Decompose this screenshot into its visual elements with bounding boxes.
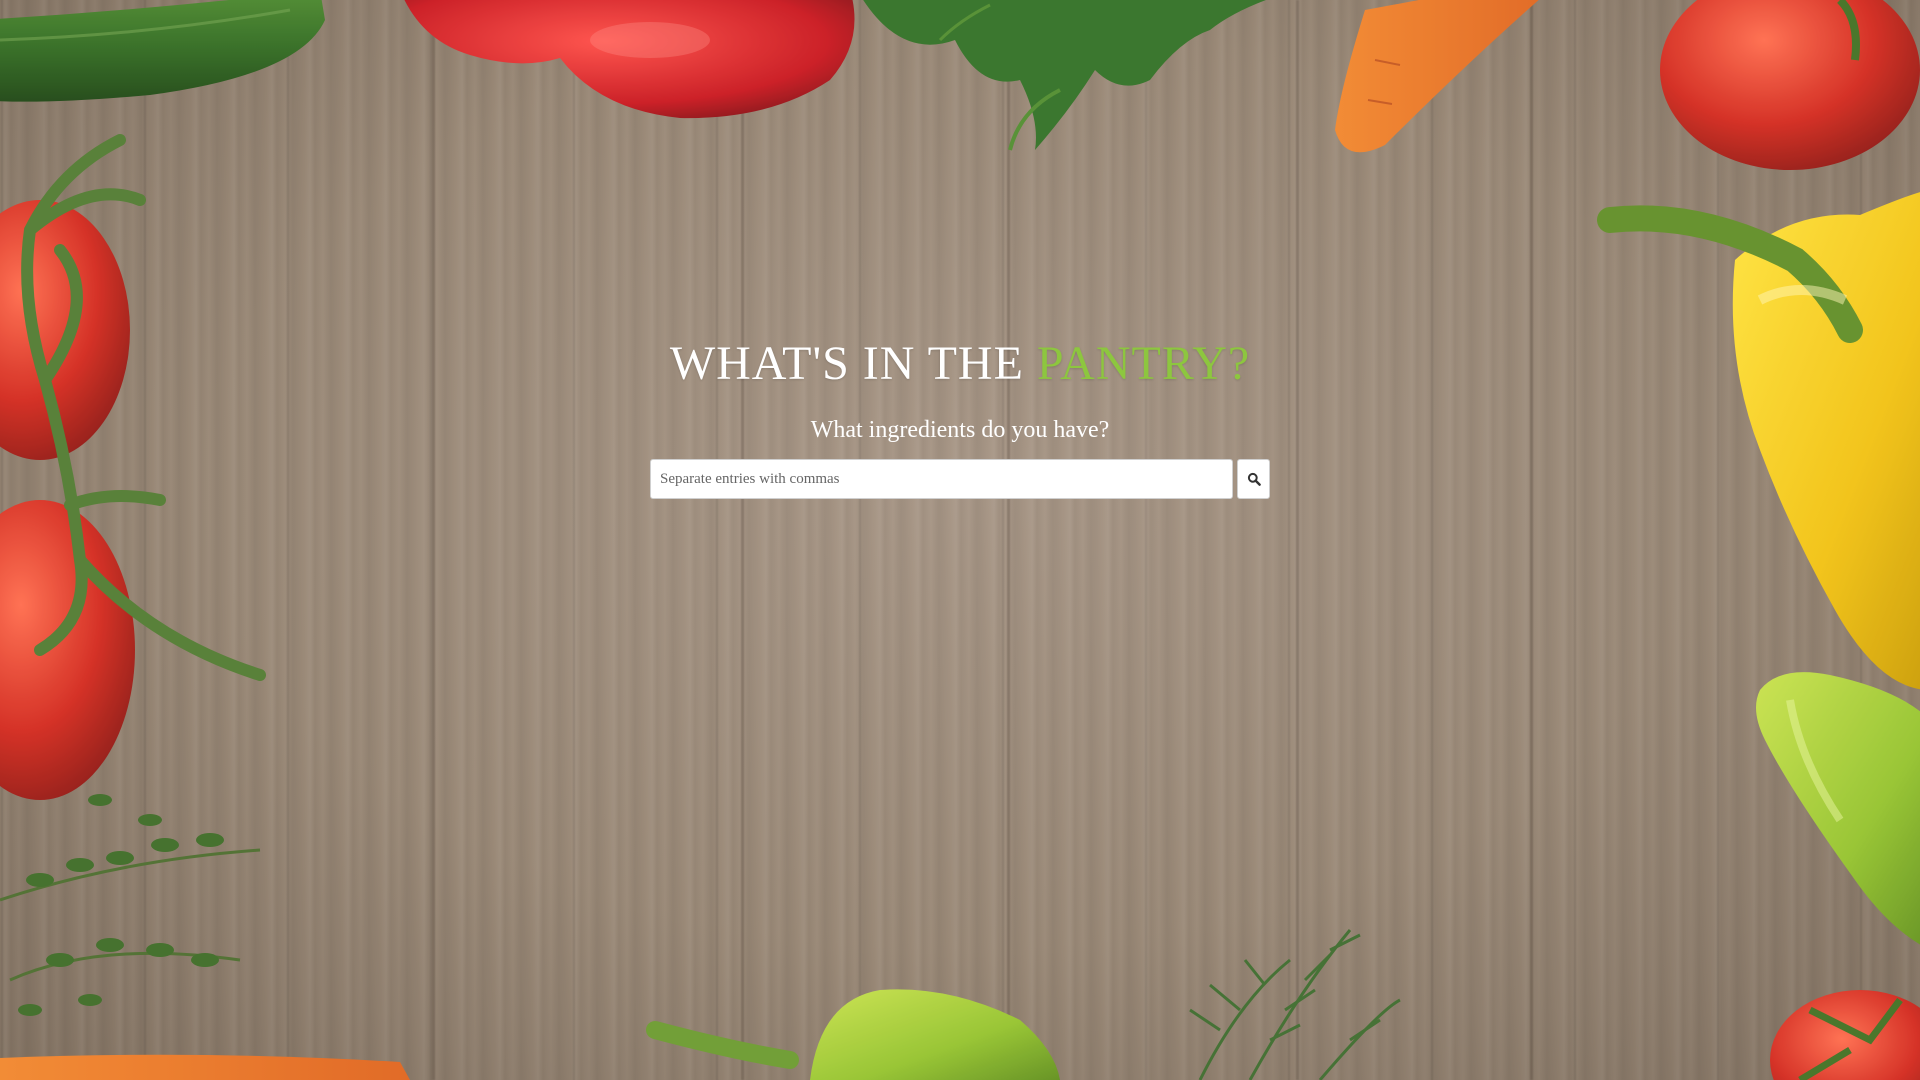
title-main: WHAT'S IN THE [669,337,1037,390]
ingredient-search-form [650,459,1270,499]
hero: WHAT'S IN THE PANTRY? What ingredients d… [0,332,1920,446]
search-button[interactable] [1237,459,1270,499]
page-subtitle: What ingredients do you have? [810,417,1110,443]
vegetable-frame [0,0,1920,1080]
search-icon [1247,472,1261,486]
title-accent: PANTRY? [1036,337,1251,390]
ingredient-search-input[interactable] [650,459,1233,499]
page-title: WHAT'S IN THE PANTRY? [0,332,1920,396]
